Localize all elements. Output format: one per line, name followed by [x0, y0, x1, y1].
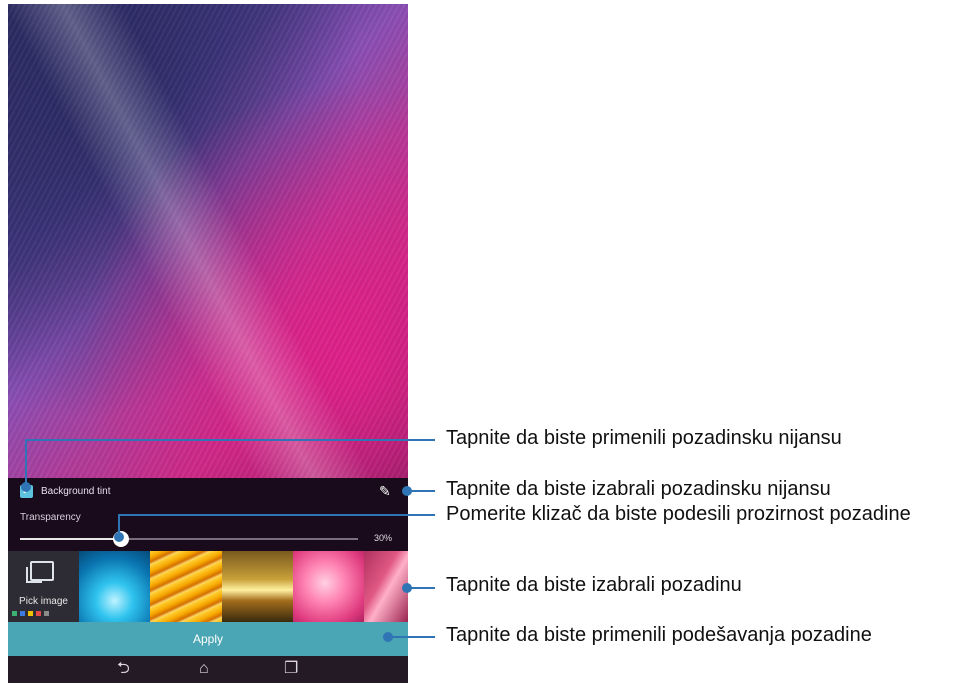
callout-dot [21, 482, 31, 492]
background-tint-label: Background tint [41, 486, 111, 497]
pencil-icon[interactable]: ✎ [379, 483, 391, 500]
phone-screen: ✓ Background tint ✎ Transparency 30% Pic… [8, 4, 408, 683]
back-icon[interactable]: ⮌ [117, 660, 130, 678]
transparency-value: 30% [374, 533, 393, 543]
callout-line [118, 514, 435, 516]
recents-icon[interactable]: ❐ [284, 660, 298, 678]
wallpaper-thumbnails: Pick image [8, 551, 408, 622]
navigation-bar: ⮌ ⌂ ❐ [8, 656, 408, 683]
callout-apply: Tapnite da biste primenili podešavanja p… [446, 624, 872, 646]
pick-image-label: Pick image [19, 596, 68, 607]
wallpaper-preview [8, 4, 408, 478]
callout-tint-choose: Tapnite da biste izabrali pozadinsku nij… [446, 478, 831, 500]
slider-fill [20, 538, 122, 540]
callout-transparency: Pomerite klizač da biste podesili prozir… [446, 503, 911, 525]
transparency-label: Transparency [20, 512, 81, 523]
callout-dot [114, 532, 124, 542]
callout-line [407, 587, 435, 589]
callout-line [25, 440, 27, 486]
app-icons-strip [12, 611, 49, 616]
pick-image-button[interactable]: Pick image [8, 551, 79, 622]
callout-wallpaper: Tapnite da biste izabrali pozadinu [446, 574, 742, 596]
transparency-slider[interactable] [20, 531, 358, 547]
wallpaper-thumbnail[interactable] [222, 551, 293, 622]
apply-button[interactable]: Apply [8, 622, 408, 656]
callout-line [25, 439, 435, 441]
wallpaper-thumbnail[interactable] [150, 551, 222, 622]
callout-line [388, 636, 435, 638]
callout-line [407, 490, 435, 492]
wallpaper-thumbnail[interactable] [79, 551, 150, 622]
home-icon[interactable]: ⌂ [199, 660, 209, 678]
callout-tint-apply: Tapnite da biste primenili pozadinsku ni… [446, 427, 842, 449]
gallery-icon [26, 561, 54, 583]
wallpaper-thumbnail[interactable] [293, 551, 364, 622]
